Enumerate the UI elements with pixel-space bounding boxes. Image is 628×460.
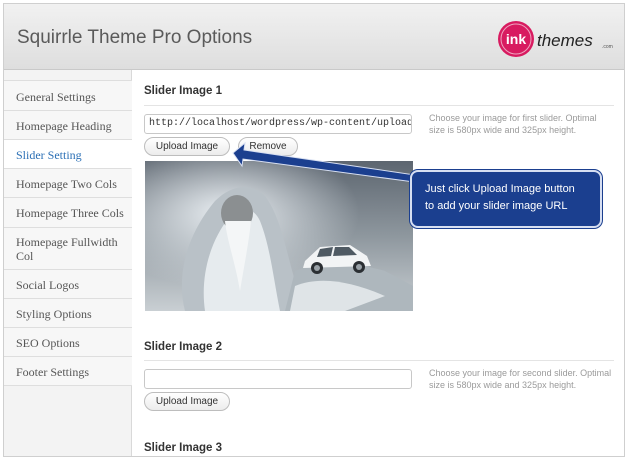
inkthemes-logo: ink themes .com [498,21,613,57]
logo-suffix-text: .com [602,44,613,50]
sidebar-item-homepage-heading[interactable]: Homepage Heading [4,111,132,140]
sidebar-item-general-settings[interactable]: General Settings [4,80,132,111]
sidebar-item-homepage-two-cols[interactable]: Homepage Two Cols [4,169,132,198]
sidebar-item-label: Styling Options [16,307,92,321]
sidebar-item-label: Slider Setting [16,148,82,162]
page-title: Squirrle Theme Pro Options [17,27,253,48]
logo-themes-text: themes [537,31,593,50]
sidebar-item-seo-options[interactable]: SEO Options [4,328,132,357]
logo-ink-text: ink [506,31,526,47]
sidebar-item-slider-setting[interactable]: Slider Setting [4,140,132,169]
upload-hint-callout: Just click Upload Image button to add yo… [410,170,602,228]
sidebar-item-label: General Settings [16,90,96,104]
options-header: Squirrle Theme Pro Options ink themes .c… [4,4,624,70]
sidebar-item-label: Social Logos [16,278,79,292]
callout-line-2: to add your slider image URL [425,200,568,212]
sidebar-item-label: SEO Options [16,336,80,350]
sidebar-item-homepage-three-cols[interactable]: Homepage Three Cols [4,198,132,228]
sidebar-item-styling-options[interactable]: Styling Options [4,299,132,328]
sidebar-item-footer-settings[interactable]: Footer Settings [4,357,132,386]
theme-options-window: Squirrle Theme Pro Options ink themes .c… [3,3,625,457]
sidebar-item-label: Homepage Heading [16,119,112,133]
callout-arrow-icon [232,141,416,183]
sidebar-item-social-logos[interactable]: Social Logos [4,270,132,299]
sidebar-item-label: Homepage Fullwidth Col [16,235,118,263]
sidebar-item-label: Footer Settings [16,365,90,379]
sidebar-item-homepage-fullwidth-col[interactable]: Homepage Fullwidth Col [4,228,132,270]
callout-line-1: Just click Upload Image button [425,183,575,195]
options-sidebar: General Settings Homepage Heading Slider… [4,70,132,456]
sidebar-item-label: Homepage Two Cols [16,177,117,191]
sidebar-item-label: Homepage Three Cols [16,206,124,220]
options-main-panel: Slider Image 1 http://localhost/wordpres… [133,70,624,456]
